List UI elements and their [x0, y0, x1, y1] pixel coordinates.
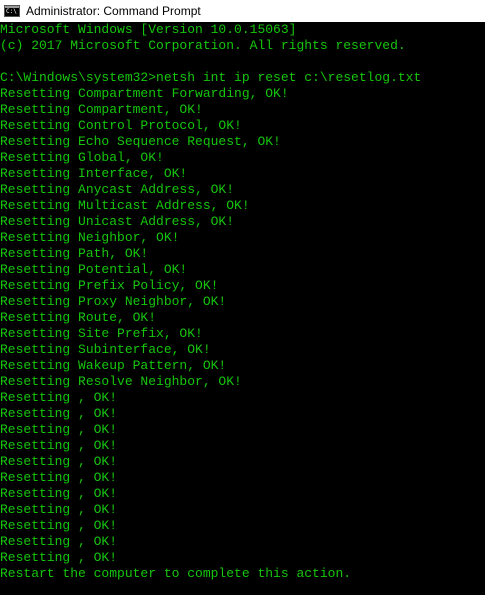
console-line: C:\Windows\system32>netsh int ip reset c… — [0, 70, 422, 85]
console-line: Resetting Echo Sequence Request, OK! — [0, 134, 281, 149]
window-title: Administrator: Command Prompt — [26, 4, 201, 18]
console-line: Resetting Route, OK! — [0, 310, 157, 325]
console-line: Resetting , OK! — [0, 518, 118, 533]
console-line: Resetting Compartment Forwarding, OK! — [0, 86, 289, 101]
console-line: Restart the computer to complete this ac… — [0, 566, 352, 581]
command-prompt-icon[interactable]: C:\ — [4, 5, 20, 17]
console-line: Resetting , OK! — [0, 550, 118, 565]
console-line: Resetting , OK! — [0, 486, 118, 501]
console-line: Resetting , OK! — [0, 406, 118, 421]
console-line: Resetting , OK! — [0, 534, 118, 549]
console-line: Resetting Anycast Address, OK! — [0, 182, 235, 197]
console-line: Resetting , OK! — [0, 470, 118, 485]
console-line: Microsoft Windows [Version 10.0.15063] — [0, 22, 297, 37]
console-line: Resetting Compartment, OK! — [0, 102, 203, 117]
console-line: Resetting Control Protocol, OK! — [0, 118, 242, 133]
console-line: Resetting Proxy Neighbor, OK! — [0, 294, 227, 309]
console-line: Resetting , OK! — [0, 454, 118, 469]
console-line: Resetting Path, OK! — [0, 246, 149, 261]
console-line: Resetting Wakeup Pattern, OK! — [0, 358, 227, 373]
console-line: Resetting Multicast Address, OK! — [0, 198, 250, 213]
console-line: Resetting Interface, OK! — [0, 166, 188, 181]
console-output[interactable]: Microsoft Windows [Version 10.0.15063] (… — [0, 22, 485, 595]
console-line: Resetting Global, OK! — [0, 150, 164, 165]
console-line: Resetting , OK! — [0, 422, 118, 437]
console-line: Resetting Subinterface, OK! — [0, 342, 211, 357]
console-line: Resetting Resolve Neighbor, OK! — [0, 374, 242, 389]
title-bar[interactable]: C:\ Administrator: Command Prompt — [0, 0, 485, 22]
console-line: Resetting , OK! — [0, 502, 118, 517]
console-line: Resetting , OK! — [0, 390, 118, 405]
console-line: Resetting Unicast Address, OK! — [0, 214, 235, 229]
console-line: (c) 2017 Microsoft Corporation. All righ… — [0, 38, 406, 53]
console-line: Resetting Site Prefix, OK! — [0, 326, 203, 341]
console-line: Resetting Potential, OK! — [0, 262, 188, 277]
console-line: Resetting , OK! — [0, 438, 118, 453]
console-line: Resetting Prefix Policy, OK! — [0, 278, 219, 293]
console-line: Resetting Neighbor, OK! — [0, 230, 180, 245]
command-prompt-window: C:\ Administrator: Command Prompt Micros… — [0, 0, 485, 595]
